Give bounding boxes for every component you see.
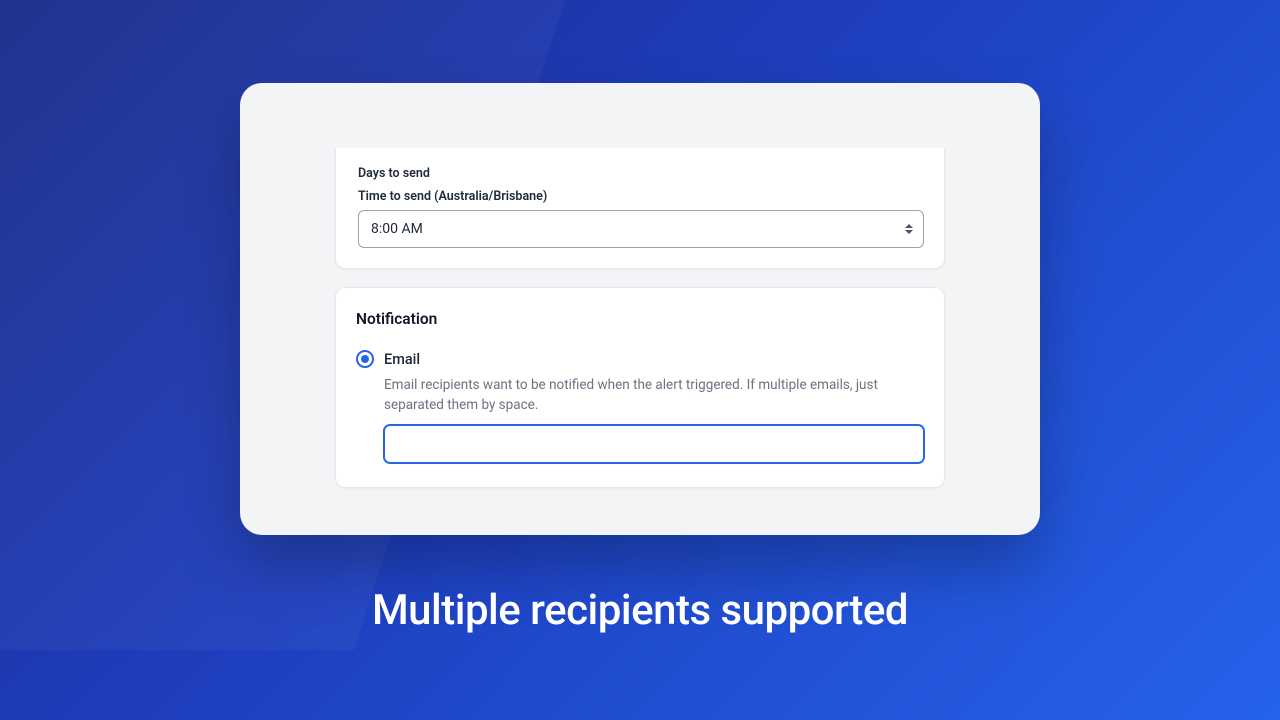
time-to-send-label: Time to send (Australia/Brisbane) <box>358 189 924 204</box>
days-to-send-label: Days to send <box>358 166 924 181</box>
notification-title: Notification <box>356 310 924 328</box>
settings-card: Days to send Time to send (Australia/Bri… <box>240 83 1040 535</box>
background: Days to send Time to send (Australia/Bri… <box>0 0 1280 720</box>
time-to-send-value: 8:00 AM <box>371 221 423 237</box>
time-to-send-select[interactable]: 8:00 AM <box>358 210 924 248</box>
schedule-panel: Days to send Time to send (Australia/Bri… <box>335 148 945 269</box>
email-radio-label: Email <box>384 351 420 368</box>
select-stepper-icon <box>905 224 913 234</box>
email-radio[interactable] <box>356 350 374 368</box>
caption-text: Multiple recipients supported <box>0 586 1280 635</box>
notification-panel: Notification Email Email recipients want… <box>335 287 945 488</box>
email-help-text: Email recipients want to be notified whe… <box>384 376 924 415</box>
email-recipients-input[interactable] <box>384 425 924 463</box>
email-option-row: Email <box>356 350 924 368</box>
